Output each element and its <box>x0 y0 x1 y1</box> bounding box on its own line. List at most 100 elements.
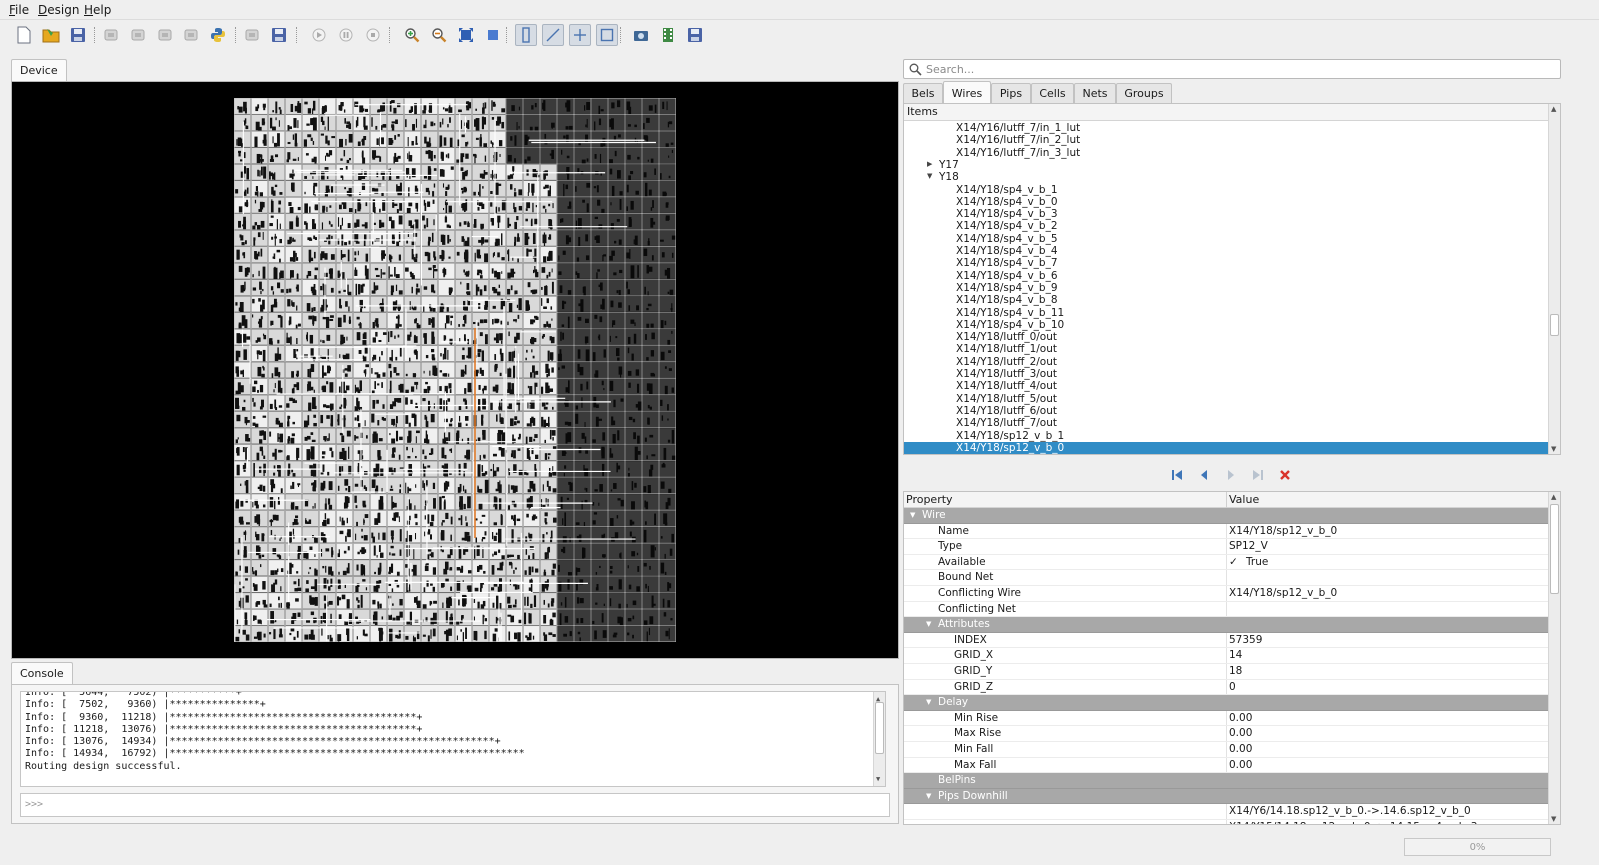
pack-icon[interactable] <box>100 24 122 46</box>
property-table[interactable]: Property Value ▼ Wire Name X14/Y18/sp12_v_b… <box>903 491 1561 825</box>
tab-wires[interactable]: Wires <box>943 81 991 104</box>
tree-item[interactable]: X14/Y18/sp4_v_b_11 <box>956 307 1064 319</box>
tree-item[interactable]: X14/Y18/sp4_v_b_10 <box>956 319 1064 331</box>
expanded-arrow-icon[interactable]: ▼ <box>926 695 931 711</box>
menu-design[interactable]: Design <box>38 3 79 17</box>
tree-item[interactable]: X14/Y18/sp4_v_b_2 <box>956 220 1058 232</box>
menu-file[interactable]: File <box>9 3 29 17</box>
property-group[interactable]: ▼ Delay <box>904 695 1549 711</box>
property-row[interactable]: Conflicting Wire X14/Y18/sp12_v_b_0 <box>904 586 1549 602</box>
tree-item[interactable]: X14/Y18/sp12_v_b_0 <box>904 441 1549 454</box>
select-pip-icon[interactable] <box>569 24 591 46</box>
tab-cells[interactable]: Cells <box>1031 83 1074 105</box>
expanded-arrow-icon[interactable]: ▼ <box>926 789 931 805</box>
play-icon[interactable] <box>308 24 330 46</box>
tab-groups[interactable]: Groups <box>1116 83 1172 105</box>
tree-item[interactable]: X14/Y18/sp4_v_b_6 <box>956 270 1058 282</box>
pause-icon[interactable] <box>335 24 357 46</box>
property-row[interactable]: INDEX 57359 <box>904 632 1549 649</box>
tree-item[interactable]: X14/Y18/lutff_3/out <box>956 368 1057 380</box>
property-row[interactable]: Max Fall 0.00 <box>904 757 1549 774</box>
property-scrollbar[interactable]: ▲ ▼ <box>1548 492 1560 824</box>
tab-console[interactable]: Console <box>11 662 73 685</box>
zoom-out-icon[interactable] <box>428 24 450 46</box>
last-icon[interactable] <box>1249 466 1267 484</box>
checkbox-checked-icon[interactable]: ✓ <box>1229 555 1238 571</box>
save-icon[interactable] <box>67 24 89 46</box>
property-row[interactable]: Max Rise 0.00 <box>904 726 1549 742</box>
property-row[interactable]: GRID_Z 0 <box>904 679 1549 696</box>
tree-item[interactable]: X14/Y18/lutff_5/out <box>956 393 1057 405</box>
expanded-arrow-icon[interactable]: ▼ <box>910 508 915 524</box>
property-row[interactable]: Type SP12_V <box>904 539 1549 555</box>
tree-item[interactable]: X14/Y18/lutff_6/out <box>956 405 1057 417</box>
tab-nets[interactable]: Nets <box>1074 83 1116 105</box>
tab-pips[interactable]: Pips <box>991 83 1031 105</box>
search-box[interactable] <box>903 59 1561 79</box>
property-row[interactable]: X14/Y6/14.18.sp12_v_b_0.->.14.6.sp12_v_b… <box>904 804 1549 820</box>
property-group[interactable]: ▼ Pips Downhill <box>904 788 1549 805</box>
python-icon[interactable] <box>207 24 229 46</box>
new-file-icon[interactable] <box>13 24 35 46</box>
tree-item[interactable]: X14/Y18/lutff_1/out <box>956 343 1057 355</box>
tree-item[interactable]: X14/Y18/sp4_v_b_4 <box>956 245 1058 257</box>
property-row[interactable]: Conflicting Net <box>904 601 1549 618</box>
property-row[interactable]: X14/Y15/14.18.sp12_v_b_0.->.14.15.sp4_v_… <box>904 820 1549 824</box>
property-row[interactable]: Min Fall 0.00 <box>904 742 1549 758</box>
tree-group-row[interactable]: Y18 <box>939 171 959 183</box>
device-view[interactable] <box>11 81 899 659</box>
save-json-icon[interactable] <box>268 24 290 46</box>
tree-item[interactable]: X14/Y18/sp12_v_b_1 <box>956 430 1064 442</box>
collapsed-arrow-icon[interactable]: ▶ <box>927 160 932 168</box>
tree-item[interactable]: X14/Y18/sp4_v_b_8 <box>956 294 1058 306</box>
property-row[interactable]: Name X14/Y18/sp12_v_b_0 <box>904 523 1549 540</box>
zoom-selected-icon[interactable] <box>482 24 504 46</box>
save-svg-icon[interactable] <box>684 24 706 46</box>
tree-item[interactable]: X14/Y18/lutff_4/out <box>956 380 1057 392</box>
console-input[interactable]: >>> <box>20 793 890 817</box>
property-row[interactable]: Min Rise 0.00 <box>904 710 1549 727</box>
tree-item[interactable]: X14/Y18/sp4_v_b_3 <box>956 208 1058 220</box>
items-tree[interactable]: Items X14/Y16/lutff_7/in_1_lut X14/Y16/lu… <box>903 103 1561 455</box>
expanded-arrow-icon[interactable]: ▼ <box>927 172 932 180</box>
select-group-icon[interactable] <box>596 24 618 46</box>
tree-item[interactable]: X14/Y18/sp4_v_b_5 <box>956 233 1058 245</box>
tree-item[interactable]: X14/Y16/lutff_7/in_1_lut <box>956 122 1080 134</box>
clear-icon[interactable] <box>1276 466 1294 484</box>
menu-help[interactable]: Help <box>84 3 111 17</box>
property-row[interactable]: GRID_X 14 <box>904 648 1549 664</box>
load-json-icon[interactable] <box>241 24 263 46</box>
tree-item[interactable]: X14/Y18/lutff_7/out <box>956 417 1057 429</box>
tree-group-row[interactable]: Y17 <box>939 159 959 171</box>
tree-item[interactable]: X14/Y18/sp4_v_b_9 <box>956 282 1058 294</box>
stop-icon[interactable] <box>362 24 384 46</box>
first-icon[interactable] <box>1168 466 1186 484</box>
forward-icon[interactable] <box>1222 466 1240 484</box>
property-group[interactable]: ▼ Attributes <box>904 617 1549 633</box>
tree-item[interactable]: X14/Y18/lutff_0/out <box>956 331 1057 343</box>
tree-scrollbar[interactable]: ▲ ▼ <box>1548 104 1560 454</box>
property-row[interactable]: GRID_Y 18 <box>904 664 1549 680</box>
back-icon[interactable] <box>1195 466 1213 484</box>
property-row[interactable]: Available ✓ True <box>904 554 1549 571</box>
tree-item[interactable]: X14/Y16/lutff_7/in_2_lut <box>956 134 1080 146</box>
assign-budget-icon[interactable] <box>180 24 202 46</box>
tab-device[interactable]: Device <box>11 59 67 82</box>
open-folder-icon[interactable] <box>40 24 62 46</box>
route-icon[interactable] <box>154 24 176 46</box>
tree-item[interactable]: X14/Y16/lutff_7/in_3_lut <box>956 147 1080 159</box>
console-scrollbar[interactable]: ▲ ▼ <box>873 692 885 786</box>
zoom-in-icon[interactable] <box>401 24 423 46</box>
movie-icon[interactable] <box>657 24 679 46</box>
tree-item[interactable]: X14/Y18/sp4_v_b_7 <box>956 257 1058 269</box>
property-group[interactable]: BelPins <box>904 773 1549 789</box>
tree-item[interactable]: X14/Y18/sp4_v_b_0 <box>956 196 1058 208</box>
place-icon[interactable] <box>127 24 149 46</box>
zoom-fit-icon[interactable] <box>455 24 477 46</box>
tree-item[interactable]: X14/Y18/lutff_2/out <box>956 356 1057 368</box>
tree-item[interactable]: X14/Y18/sp4_v_b_1 <box>956 184 1058 196</box>
expanded-arrow-icon[interactable]: ▼ <box>926 617 931 633</box>
select-wire-icon[interactable] <box>542 24 564 46</box>
screenshot-icon[interactable] <box>630 24 652 46</box>
tab-bels[interactable]: Bels <box>903 83 943 105</box>
